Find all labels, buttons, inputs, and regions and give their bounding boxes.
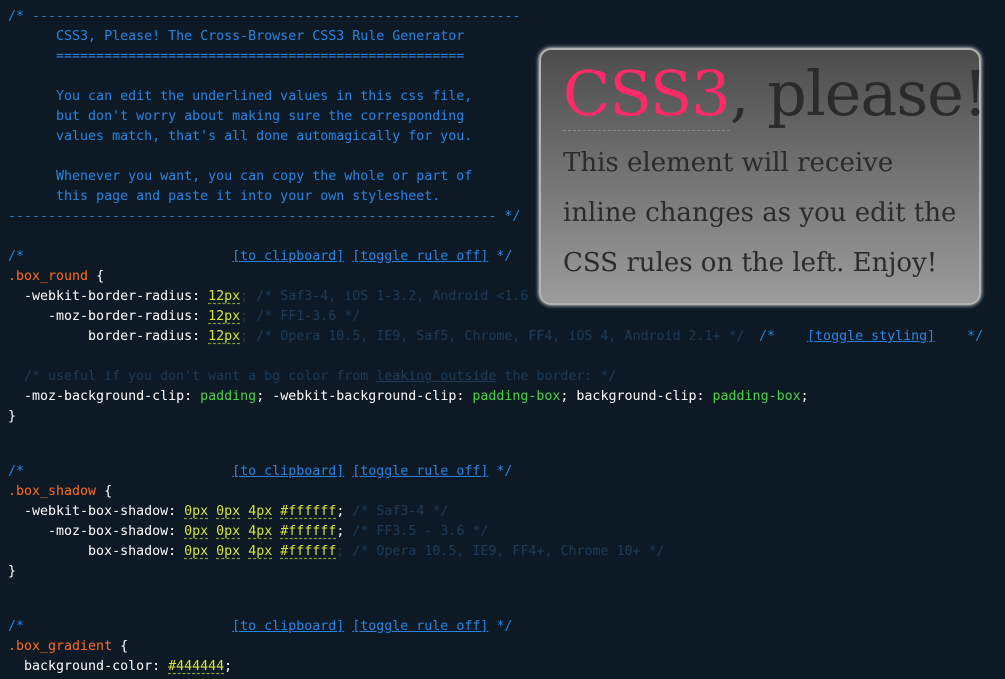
clip-value: padding-box (472, 389, 561, 404)
header-comment-close: ----------------------------------------… (8, 209, 521, 224)
closing-brace: } (8, 564, 17, 579)
compat-note: /* Saf3-4, iOS 1-3.2, Android <1.6 */ (256, 289, 553, 304)
shadow-color-value[interactable]: #ffffff (280, 544, 336, 559)
comment-open: /* (8, 249, 25, 264)
box-round-actions: /* [to clipboard] [toggle rule off] */ (8, 247, 512, 267)
css3-word: CSS3 (563, 57, 731, 131)
box-shadow-actions: /* [to clipboard] [toggle rule off] */ (8, 462, 512, 482)
comment-open: /* (8, 619, 25, 634)
box-shadow-line: box-shadow: 0px 0px 4px #ffffff; /* Oper… (8, 544, 665, 559)
box-gradient-actions: /* [to clipboard] [toggle rule off] */ (8, 617, 512, 637)
property-name: border-radius (8, 329, 193, 344)
compat-note: /* FF1-3.6 */ (256, 309, 361, 324)
shadow-y-value[interactable]: 0px (216, 544, 240, 559)
webkit-border-radius-line: -webkit-border-radius: 12px; /* Saf3-4, … (8, 289, 553, 304)
property-name: -moz-background-clip (8, 389, 185, 404)
border-radius-line: border-radius: 12px; /* Opera 10.5, IE9,… (8, 329, 745, 344)
to-clipboard-link[interactable]: [to clipboard] (232, 619, 344, 634)
shadow-blur-value[interactable]: 4px (248, 544, 272, 559)
property-name: -moz-border-radius (8, 309, 193, 324)
header-comment-open: /* -------------------------------------… (8, 9, 521, 24)
to-clipboard-link[interactable]: [to clipboard] (232, 464, 344, 479)
header-rule: ========================================… (8, 49, 465, 64)
comment-text: /* useful if you don't want a bg color f… (8, 369, 377, 384)
compat-note: /* Opera 10.5, IE9, Saf5, Chrome, FF4, i… (256, 329, 745, 344)
leaking-outside-link[interactable]: leaking outside (376, 369, 496, 384)
clip-value: padding (200, 389, 257, 404)
selector: .box_round (8, 269, 89, 284)
comment-text: the border: */ (496, 369, 617, 384)
comment-open: /* (759, 329, 776, 344)
header-title: CSS3, Please! The Cross-Browser CSS3 Rul… (8, 29, 465, 44)
toggle-rule-off-link[interactable]: [toggle rule off] (352, 464, 488, 479)
comment-close: */ (496, 619, 513, 634)
toggle-rule-off-link[interactable]: [toggle rule off] (352, 619, 488, 634)
shadow-blur-value[interactable]: 4px (248, 524, 272, 539)
closing-brace: } (8, 409, 17, 424)
comment-close: */ (967, 329, 984, 344)
toggle-rule-off-link[interactable]: [toggle rule off] (352, 249, 488, 264)
preview-body-text: This element will receive inline changes… (563, 148, 957, 278)
preview-heading: CSS3, please! (563, 54, 988, 134)
compat-note: /* Saf3-4 */ (352, 504, 449, 519)
box-round-selector-line: .box_round { (8, 269, 105, 284)
shadow-y-value[interactable]: 0px (216, 504, 240, 519)
moz-box-shadow-line: -moz-box-shadow: 0px 0px 4px #ffffff; /*… (8, 524, 489, 539)
shadow-color-value[interactable]: #ffffff (280, 504, 336, 519)
background-color-line: background-color: #444444; (8, 659, 233, 674)
shadow-x-value[interactable]: 0px (184, 524, 208, 539)
property-name: -webkit-background-clip (272, 389, 457, 404)
background-clip-line: -moz-background-clip: padding; -webkit-b… (8, 389, 809, 404)
comment-close: */ (496, 464, 513, 479)
preview-box: CSS3, please! This element will receive … (539, 48, 988, 305)
box-shadow-selector-line: .box_shadow { (8, 484, 113, 499)
bg-color-value[interactable]: #444444 (168, 659, 224, 674)
toggle-styling-control: /* [toggle styling] */ (759, 327, 983, 347)
webkit-box-shadow-line: -webkit-box-shadow: 0px 0px 4px #ffffff;… (8, 504, 449, 519)
to-clipboard-link[interactable]: [to clipboard] (232, 249, 344, 264)
compat-note: /* Opera 10.5, IE9, FF4+, Chrome 10+ */ (352, 544, 665, 559)
selector: .box_gradient (8, 639, 113, 654)
please-text: , please! (729, 57, 988, 130)
box-gradient-selector-line: .box_gradient { (8, 639, 129, 654)
moz-border-radius-line: -moz-border-radius: 12px; /* FF1-3.6 */ (8, 309, 361, 324)
property-name: background-color (8, 659, 153, 674)
intro-line-2: but don't worry about making sure the co… (8, 109, 465, 124)
shadow-x-value[interactable]: 0px (184, 504, 208, 519)
property-name: -webkit-border-radius (8, 289, 193, 304)
intro-line-3: values match, that's all done automagica… (8, 129, 473, 144)
intro-line-5: this page and paste it into your own sty… (8, 189, 441, 204)
property-name: -webkit-box-shadow (8, 504, 169, 519)
compat-note: /* FF3.5 - 3.6 */ (352, 524, 489, 539)
radius-value[interactable]: 12px (208, 289, 240, 304)
selector: .box_shadow (8, 484, 97, 499)
shadow-blur-value[interactable]: 4px (248, 504, 272, 519)
shadow-y-value[interactable]: 0px (216, 524, 240, 539)
comment-close: */ (496, 249, 513, 264)
property-name: box-shadow (8, 544, 169, 559)
clip-value: padding-box (712, 389, 801, 404)
property-name: -moz-box-shadow (8, 524, 169, 539)
intro-line-4: Whenever you want, you can copy the whol… (8, 169, 473, 184)
radius-value[interactable]: 12px (208, 309, 240, 324)
shadow-color-value[interactable]: #ffffff (280, 524, 336, 539)
bg-clip-comment: /* useful if you don't want a bg color f… (8, 367, 616, 387)
property-name: background-clip (576, 389, 697, 404)
toggle-styling-link[interactable]: [toggle styling] (807, 329, 935, 344)
shadow-x-value[interactable]: 0px (184, 544, 208, 559)
comment-open: /* (8, 464, 25, 479)
intro-line-1: You can edit the underlined values in th… (8, 89, 473, 104)
radius-value[interactable]: 12px (208, 329, 240, 344)
